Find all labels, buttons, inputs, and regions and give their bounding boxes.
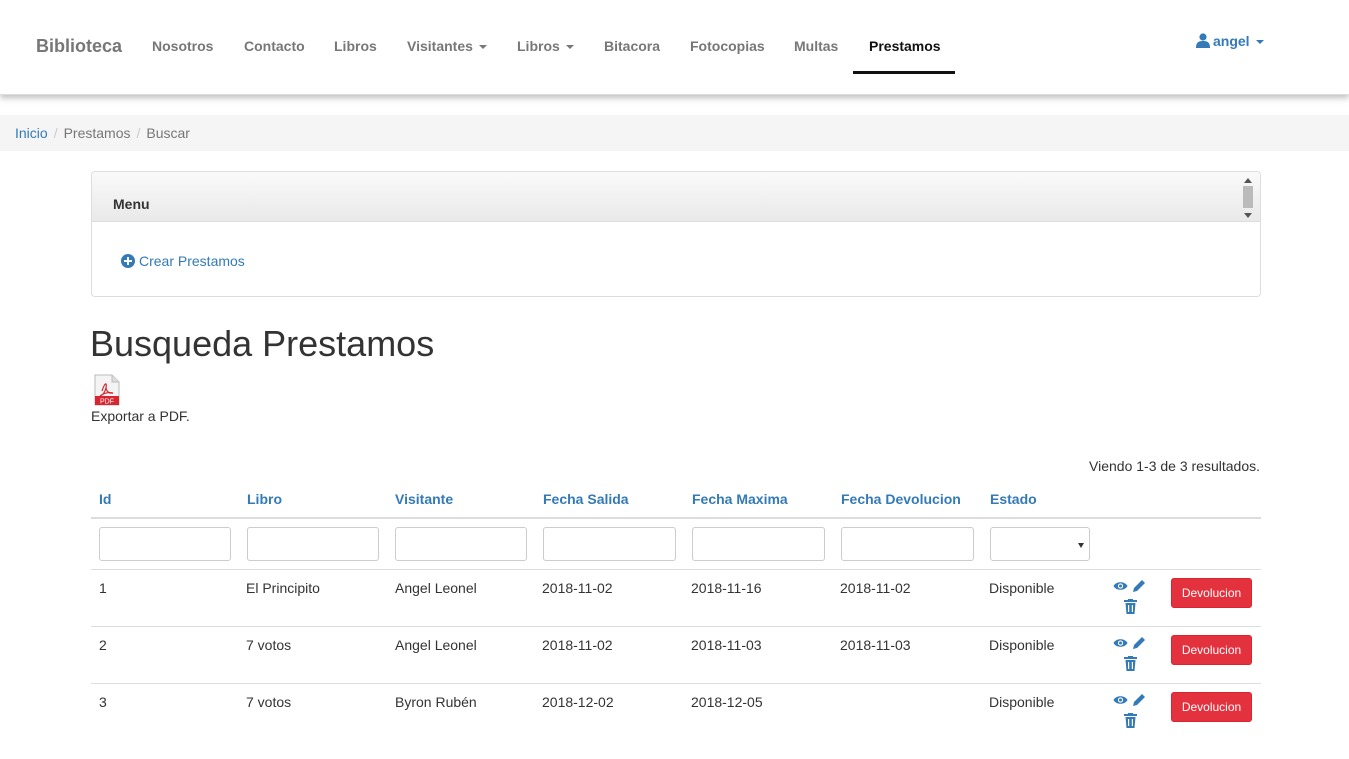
column-header-fecha-devolucion[interactable]: Fecha Devolucion [841, 491, 961, 507]
cell-fecha-maxima: 2018-11-03 [691, 637, 762, 653]
filter-fecha-maxima-input[interactable] [692, 527, 825, 561]
breadcrumb-prestamos[interactable]: Prestamos [64, 125, 131, 141]
nav-bitacora[interactable]: Bitacora [604, 38, 660, 54]
breadcrumb-inicio[interactable]: Inicio [15, 125, 48, 141]
pencil-icon[interactable] [1132, 693, 1146, 707]
column-header-fecha-salida[interactable]: Fecha Salida [543, 491, 629, 507]
nav-visitantes-dropdown[interactable]: Visitantes [407, 38, 487, 54]
top-navbar: Biblioteca Nosotros Contacto Libros Visi… [0, 0, 1349, 95]
nav-libros-dropdown-label: Libros [517, 38, 560, 54]
breadcrumb-separator: / [136, 125, 141, 141]
user-name: angel [1213, 33, 1250, 49]
filter-fecha-devolucion-input[interactable] [841, 527, 974, 561]
cell-visitante: Angel Leonel [395, 637, 477, 653]
menu-panel: Menu [91, 171, 1261, 297]
nav-prestamos[interactable]: Prestamos [869, 38, 941, 54]
devolucion-button[interactable]: Devolucion [1171, 692, 1252, 722]
column-header-estado[interactable]: Estado [990, 491, 1037, 507]
caret-down-icon [478, 45, 487, 50]
filter-fecha-salida-input[interactable] [543, 527, 676, 561]
row-divider [91, 626, 1261, 627]
cell-estado: Disponible [989, 637, 1055, 653]
active-nav-indicator [853, 71, 955, 74]
brand-link[interactable]: Biblioteca [36, 36, 122, 57]
column-header-libro[interactable]: Libro [247, 491, 282, 507]
devolucion-button[interactable]: Devolucion [1171, 578, 1252, 608]
user-icon [1196, 33, 1210, 48]
menu-panel-heading: Menu [92, 172, 1260, 222]
cell-fecha-devolucion: 2018-11-03 [840, 637, 911, 653]
row-divider [91, 569, 1261, 570]
create-prestamo-label: Crear Prestamos [139, 253, 245, 269]
cell-libro: 7 votos [246, 637, 292, 653]
pencil-icon[interactable] [1132, 636, 1146, 650]
cell-fecha-salida: 2018-11-02 [542, 580, 613, 596]
pencil-icon[interactable] [1132, 579, 1146, 593]
export-pdf-label[interactable]: Exportar a PDF. [91, 408, 190, 424]
header-divider [91, 517, 1261, 519]
pdf-file-icon[interactable]: PDF [94, 374, 120, 406]
cell-fecha-maxima: 2018-12-05 [691, 694, 763, 710]
breadcrumb: Inicio / Prestamos / Buscar [0, 115, 1349, 151]
cell-id: 3 [99, 694, 107, 710]
scroll-down-icon[interactable] [1244, 213, 1252, 218]
nav-visitantes-label: Visitantes [407, 38, 473, 54]
cell-fecha-salida: 2018-11-02 [542, 637, 613, 653]
caret-down-icon [565, 45, 574, 50]
nav-multas[interactable]: Multas [794, 38, 838, 54]
cell-visitante: Byron Rubén [395, 694, 477, 710]
create-prestamo-link[interactable]: Crear Prestamos [121, 253, 245, 269]
pdf-icon-text: PDF [100, 399, 114, 406]
eye-icon[interactable] [1113, 637, 1128, 649]
column-header-fecha-maxima[interactable]: Fecha Maxima [692, 491, 788, 507]
filter-estado-select[interactable] [990, 527, 1090, 561]
cell-fecha-maxima: 2018-11-16 [691, 580, 762, 596]
panel-scrollbar[interactable] [1242, 178, 1254, 218]
menu-panel-title: Menu [113, 196, 150, 212]
devolucion-button[interactable]: Devolucion [1171, 635, 1252, 665]
cell-fecha-devolucion: 2018-11-02 [840, 580, 911, 596]
filter-visitante-input[interactable] [395, 527, 527, 561]
cell-estado: Disponible [989, 580, 1055, 596]
breadcrumb-separator: / [53, 125, 58, 141]
page-title: Busqueda Prestamos [90, 323, 435, 364]
caret-down-icon [1255, 40, 1264, 45]
nav-libros[interactable]: Libros [334, 38, 377, 54]
trash-icon[interactable] [1124, 713, 1137, 728]
eye-icon[interactable] [1113, 580, 1128, 592]
column-header-id[interactable]: Id [99, 491, 111, 507]
nav-contacto[interactable]: Contacto [244, 38, 305, 54]
select-arrow-icon [1078, 543, 1084, 548]
row-divider [91, 683, 1261, 684]
user-menu-dropdown[interactable]: angel [1196, 33, 1264, 49]
results-summary: Viendo 1-3 de 3 resultados. [1089, 458, 1260, 474]
cell-visitante: Angel Leonel [395, 580, 477, 596]
eye-icon[interactable] [1113, 694, 1128, 706]
cell-fecha-salida: 2018-12-02 [542, 694, 614, 710]
breadcrumb-buscar: Buscar [146, 125, 190, 141]
cell-estado: Disponible [989, 694, 1055, 710]
trash-icon[interactable] [1124, 656, 1137, 671]
nav-libros-dropdown[interactable]: Libros [517, 38, 574, 54]
scroll-up-icon[interactable] [1244, 178, 1252, 183]
trash-icon[interactable] [1124, 599, 1137, 614]
cell-id: 1 [99, 580, 107, 596]
nav-fotocopias[interactable]: Fotocopias [690, 38, 765, 54]
column-header-visitante[interactable]: Visitante [395, 491, 453, 507]
cell-libro: El Principito [246, 580, 320, 596]
cell-libro: 7 votos [246, 694, 292, 710]
cell-id: 2 [99, 637, 107, 653]
nav-nosotros[interactable]: Nosotros [152, 38, 213, 54]
scroll-thumb[interactable] [1243, 186, 1253, 208]
filter-libro-input[interactable] [247, 527, 379, 561]
plus-circle-icon [121, 254, 135, 268]
filter-id-input[interactable] [99, 527, 231, 561]
